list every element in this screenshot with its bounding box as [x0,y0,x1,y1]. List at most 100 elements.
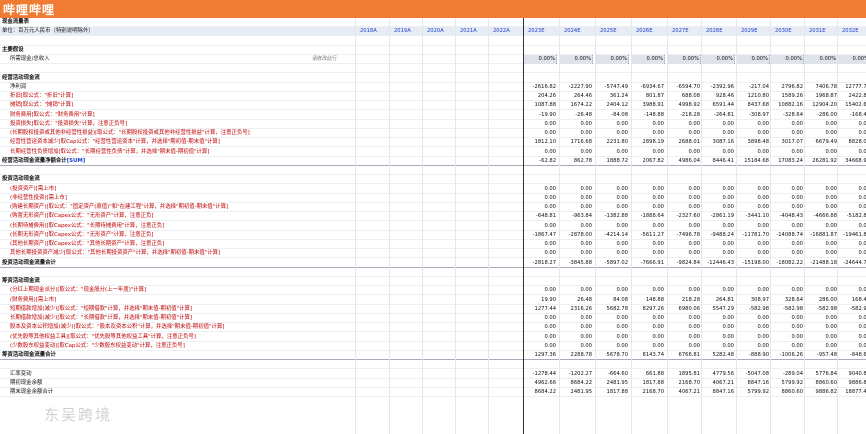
value-cell[interactable]: -5897.02 [596,259,629,268]
value-cell[interactable]: 4779.56 [702,370,735,379]
value-cell[interactable] [356,194,389,203]
value-cell[interactable]: 8297.26 [632,305,665,314]
value-cell[interactable] [356,231,389,240]
value-cell[interactable]: 0.00 [632,120,665,129]
value-cell[interactable]: 8860.60 [771,388,804,397]
value-cell[interactable]: 0.00 [560,333,593,342]
value-cell[interactable] [390,129,423,138]
year-header-cell[interactable]: 2021A [456,27,489,36]
value-cell[interactable]: 0.00 [805,203,838,212]
value-cell[interactable] [489,231,522,240]
value-cell[interactable]: -5611.27 [632,231,665,240]
value-cell[interactable]: -2392.96 [702,83,735,92]
value-cell[interactable]: 0.00% [737,55,770,64]
year-header-cell[interactable]: 2022A [489,27,522,36]
value-cell[interactable]: -582.98 [805,305,838,314]
value-cell[interactable] [423,83,456,92]
value-cell[interactable]: 0.00 [632,185,665,194]
value-cell[interactable]: 0.00 [702,222,735,231]
value-cell[interactable] [489,203,522,212]
row-label[interactable]: 主要假设 [0,46,356,55]
value-cell[interactable] [356,148,389,157]
value-cell[interactable]: 10882.16 [771,101,804,110]
value-cell[interactable]: -582.98 [737,305,770,314]
value-cell[interactable]: 26281.92 [805,157,838,166]
row-label[interactable]: (投资资产)[需上市] [0,185,356,194]
value-cell[interactable] [456,120,489,129]
value-cell[interactable]: -218.28 [668,111,701,120]
year-header-cell[interactable]: 2031E [805,27,838,36]
value-cell[interactable]: 0.00 [524,194,557,203]
value-cell[interactable]: 0.00 [771,148,804,157]
value-cell[interactable]: 4998.92 [668,101,701,110]
value-cell[interactable] [489,323,522,332]
value-cell[interactable]: 2688.01 [668,138,701,147]
value-cell[interactable]: 4986.04 [668,157,701,166]
value-cell[interactable]: 0.00 [524,203,557,212]
value-cell[interactable]: 84.08 [596,296,629,305]
value-cell[interactable] [456,342,489,351]
row-label[interactable]: 短期借款增加(减少)[取公式："短期借款"计算，并选择"期末值-期初值"计算] [0,305,356,314]
value-cell[interactable]: 0.00 [737,148,770,157]
value-cell[interactable] [489,212,522,221]
value-cell[interactable]: -648.81 [524,212,557,221]
value-cell[interactable] [489,92,522,101]
value-cell[interactable]: 0.00 [560,286,593,295]
value-cell[interactable]: 0.00 [524,148,557,157]
value-cell[interactable] [423,185,456,194]
value-cell[interactable] [489,379,522,388]
value-cell[interactable] [423,333,456,342]
year-header-cell[interactable]: 2030E [771,27,804,36]
value-cell[interactable]: 0.00 [805,249,838,258]
value-cell[interactable] [423,212,456,221]
value-cell[interactable]: 0.00 [668,342,701,351]
value-cell[interactable]: 8143.74 [632,351,665,360]
value-cell[interactable]: 0.00 [596,240,629,249]
value-cell[interactable] [356,388,389,397]
value-cell[interactable] [456,194,489,203]
value-cell[interactable]: 0.00 [668,185,701,194]
value-cell[interactable]: 5799.92 [737,388,770,397]
value-cell[interactable]: 1888.72 [596,157,629,166]
value-cell[interactable]: 0.00 [560,314,593,323]
value-cell[interactable]: 0.00 [737,333,770,342]
value-cell[interactable] [489,194,522,203]
value-cell[interactable]: 0.00 [702,249,735,258]
value-cell[interactable]: 0.00 [838,222,866,231]
value-cell[interactable]: 0.00 [632,342,665,351]
value-cell[interactable] [423,55,456,64]
value-cell[interactable]: 0.00 [524,286,557,295]
value-cell[interactable]: 0.00 [596,185,629,194]
row-label[interactable]: 折旧[取公式："折旧"计算] [0,92,356,101]
value-cell[interactable] [390,92,423,101]
value-cell[interactable] [489,111,522,120]
value-cell[interactable] [489,333,522,342]
value-cell[interactable] [423,157,456,166]
value-cell[interactable]: -888.90 [737,351,770,360]
value-cell[interactable] [456,212,489,221]
value-cell[interactable]: 0.00 [632,203,665,212]
value-cell[interactable]: 0.00 [632,286,665,295]
value-cell[interactable]: 17083.24 [771,157,804,166]
value-cell[interactable] [390,370,423,379]
value-cell[interactable]: -582.98 [838,305,866,314]
value-cell[interactable] [423,138,456,147]
value-cell[interactable]: -848.69 [838,351,866,360]
value-cell[interactable]: 0.00 [838,333,866,342]
value-cell[interactable]: 0.00 [560,185,593,194]
value-cell[interactable]: 0.00 [596,323,629,332]
value-cell[interactable]: 0.00 [560,194,593,203]
value-cell[interactable]: 0.00 [737,222,770,231]
value-cell[interactable]: 0.00 [805,314,838,323]
value-cell[interactable]: -1382.88 [596,212,629,221]
value-cell[interactable]: 2168.70 [668,379,701,388]
value-cell[interactable]: 15184.68 [737,157,770,166]
value-cell[interactable] [390,222,423,231]
value-cell[interactable]: 0.00 [771,203,804,212]
value-cell[interactable]: 0.00 [702,240,735,249]
row-label[interactable]: (财务费用)[需上市] [0,296,356,305]
value-cell[interactable]: 0.00 [632,314,665,323]
value-cell[interactable]: 0.00 [632,148,665,157]
value-cell[interactable]: 1277.44 [524,305,557,314]
year-header-cell[interactable]: 2024E [560,27,593,36]
